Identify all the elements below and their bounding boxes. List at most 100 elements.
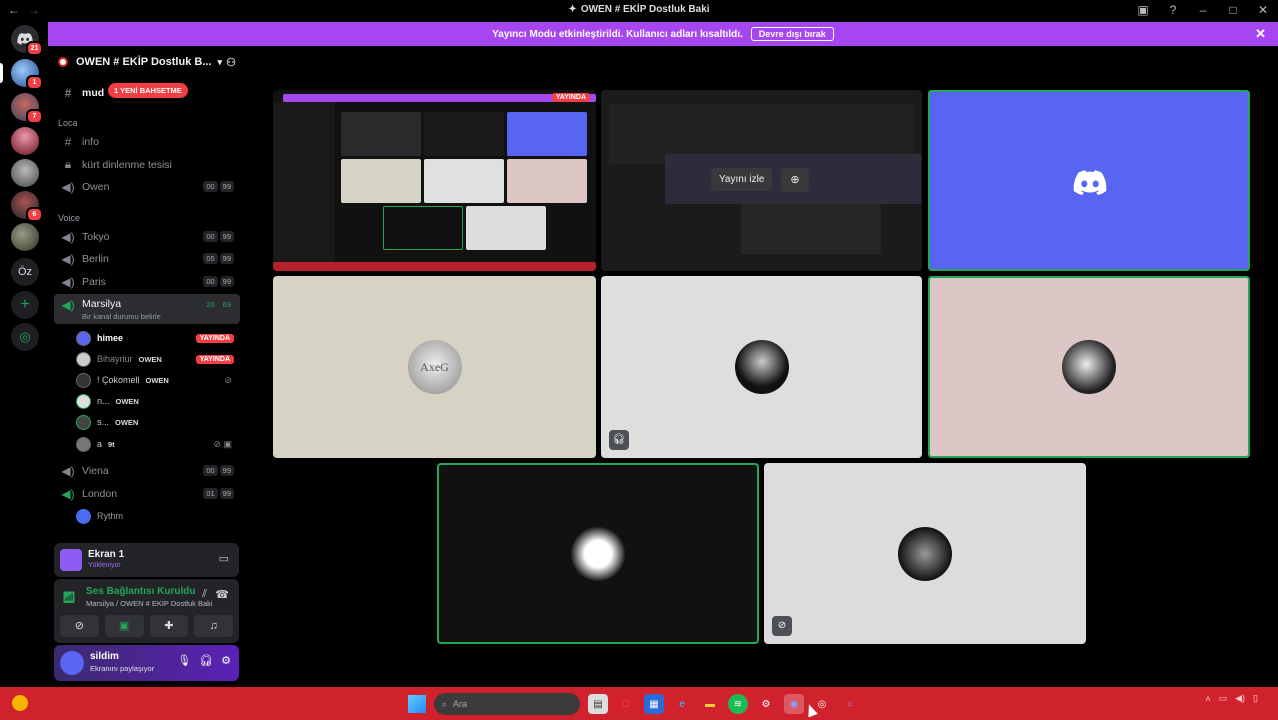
user-tile[interactable]: 🎧︎ [601,276,922,458]
screen-share-button[interactable]: ▣ [104,615,144,637]
headphones-icon[interactable]: 🎧︎ [199,654,213,667]
voice-user-2[interactable]: Bihayriur OWEN YAYINDA [76,349,240,369]
monitor-icon[interactable]: ▭ [219,552,229,565]
voice-user-rythm[interactable]: Rythm [76,506,240,526]
minimize-button[interactable]: – [1188,0,1218,21]
voice-user-5[interactable]: s... OWEN [76,412,240,432]
voice-channel-london[interactable]: ◀) London 01 99 [54,483,240,504]
mini-tile [424,159,504,203]
windows-start-icon[interactable] [408,695,426,713]
user-tile[interactable] [928,276,1250,458]
battery-icon[interactable]: ▯ [1253,693,1258,704]
user-tile[interactable] [437,463,759,644]
noise-suppression-icon[interactable]: ⫽ [202,588,207,601]
file-explorer-icon[interactable]: ▬ [700,694,720,714]
speaker-icon: ◀) [61,251,75,266]
avatar[interactable] [60,651,84,675]
server-icon-5[interactable]: 6 [11,191,43,222]
close-button[interactable]: ✕ [1248,0,1278,21]
category-voice[interactable]: Voice [58,213,80,223]
taskbar-search[interactable]: ⌕ Ara [434,693,580,715]
channel-label: Owen [82,180,110,193]
stream-tile-own[interactable]: YAYINDA [273,90,596,271]
direct-messages-icon[interactable]: 21 [11,25,43,56]
close-icon[interactable]: ✕ [1255,26,1266,42]
channel-label: Paris [82,275,106,288]
user-tile-discord[interactable] [928,90,1250,271]
activities-button[interactable]: ✚ [149,615,189,637]
deafened-icon: ⊘ [224,374,232,385]
channel-label: Berlin [82,252,109,265]
avatar [1062,340,1116,394]
connection-status[interactable]: Ses Bağlantısı Kuruldu [86,586,195,597]
invite-icon[interactable]: ⚇ [226,56,236,69]
new-mention-pill[interactable]: 1 YENİ BAHSETME [108,83,188,98]
user-limit-count: 99 [219,276,234,287]
server-text-icon[interactable]: Öz [11,258,39,286]
speaker-icon: ◀) [61,229,75,244]
server-icon-4[interactable] [11,159,39,187]
voice-channel-marsilya[interactable]: ◀) Marsilya 20 69 Bir kanal durumu belirl… [54,294,240,324]
voice-channel-owen[interactable]: ◀) Owen 00 99 [54,176,240,197]
search-icon: ⌕ [442,698,448,709]
server-icon: ✦ [568,4,577,15]
user-limit-count: 99 [219,253,234,264]
volume-icon[interactable]: ◀) [1235,693,1245,704]
server-icon-2[interactable]: 7 [11,93,43,124]
screen-share-panel: Ekran 1 Yükleniyor ▭ [54,543,239,577]
inbox-icon[interactable]: ▣ [1128,0,1158,21]
voice-channel-paris[interactable]: ◀) Paris 00 99 [54,271,240,292]
weather-icon[interactable] [12,695,28,711]
task-view-icon[interactable]: ▤ [588,694,608,714]
voice-channel-viena[interactable]: ◀) Viena 00 99 [54,460,240,481]
voice-user-3[interactable]: ! Çokomell OWEN ⊘ [76,370,240,390]
store-icon[interactable]: ▦ [644,694,664,714]
voice-user-6[interactable]: a 9t ⊘ ▣ [76,434,240,454]
tray-chevron-icon[interactable]: ˄ [1205,694,1210,704]
add-server-icon[interactable]: + [11,291,39,319]
disconnect-icon[interactable]: ☎︎ [215,588,229,601]
settings-icon[interactable]: ⚙ [221,654,231,667]
explore-icon[interactable]: ◎ [11,323,39,351]
voice-channel-berlin[interactable]: ◀) Berlin 05 99 [54,248,240,269]
steam-icon[interactable]: ⚙ [756,694,776,714]
popout-icon[interactable]: ⊕ [781,168,809,192]
channel-info[interactable]: # info [54,131,240,152]
soundboard-button[interactable]: ♫ [194,615,233,637]
mini-tile [507,112,587,156]
muted-icon: ⊘ ▣ [213,438,232,449]
maximize-button[interactable]: □ [1218,0,1248,21]
category-loca[interactable]: Loca [58,118,78,128]
hash-icon: # [64,85,72,100]
stream-tile-remote[interactable]: Yayını izle ⊕ [601,90,922,271]
spotify-icon[interactable]: ≋ [728,694,748,714]
channel-kurt[interactable]: 🔒︎ kürt dinlenme tesisi [54,154,240,175]
channel-status-prompt[interactable]: Bir kanal durumu belirle [82,312,161,321]
user-limit: 00 99 [203,181,234,192]
guild-header[interactable]: OWEN # EKİP Dostluk B... ▾ ⚇ [48,46,246,78]
voice-user-4[interactable]: n... OWEN [76,391,240,411]
server-icon-1[interactable]: 1 [11,59,43,90]
discord-taskbar-icon[interactable]: ◉ [784,694,804,714]
connection-channel[interactable]: Marsilya / OWEN # EKİP Dostluk Baki [86,599,213,608]
voice-channel-tokyo[interactable]: ◀) Tokyo 00 99 [54,226,240,247]
user-tile[interactable]: AxeG [273,276,596,458]
edge-icon[interactable]: e [672,694,692,714]
signal-icon[interactable]: 📶︎ [62,591,76,604]
watch-stream-button[interactable]: Yayını izle [711,168,773,191]
disable-streamer-mode-button[interactable]: Devre dışı bırak [750,27,834,41]
app-icon[interactable]: ○ [840,694,860,714]
help-icon[interactable]: ? [1158,0,1188,21]
username[interactable]: sildim [90,651,119,662]
microphone-icon[interactable]: 🎙︎ [177,654,191,667]
opera-icon[interactable]: O [616,694,636,714]
voice-user-1[interactable]: himee YAYINDA [76,328,240,348]
server-icon-3[interactable] [11,127,39,155]
muted-icon: ⊘ [772,616,792,636]
user-tile[interactable]: ⊘ [764,463,1086,644]
server-icon-6[interactable] [11,223,39,251]
taskbar-apps: ⌕ Ara ▤ O ▦ e ▬ ≋ ⚙ ◉ ◎ ○ [408,691,860,717]
network-icon[interactable]: ▭ [1219,693,1228,704]
camera-off-button[interactable]: ⊘ [60,615,99,637]
avatar [76,372,91,388]
